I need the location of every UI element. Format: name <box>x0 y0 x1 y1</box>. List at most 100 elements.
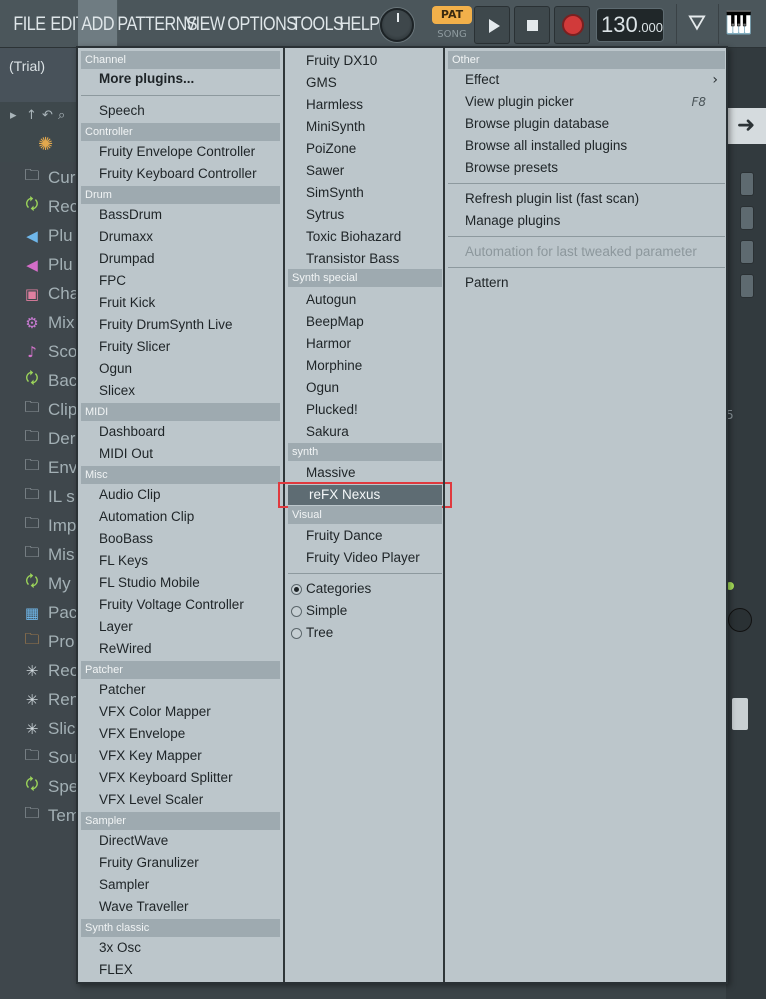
menu-item-refresh-plugin-list-fast-scan[interactable]: Refresh plugin list (fast scan) <box>465 188 639 210</box>
plugin-item-fruity-drumsynth-live[interactable]: Fruity DrumSynth Live <box>99 314 233 336</box>
plugin-item-sampler[interactable]: Sampler <box>99 874 149 896</box>
plugin-item-fruity-keyboard-controller[interactable]: Fruity Keyboard Controller <box>99 163 257 185</box>
plugin-item-sytrus[interactable]: Sytrus <box>306 204 344 226</box>
radio-categories[interactable] <box>291 584 302 595</box>
radio-tree[interactable] <box>291 628 302 639</box>
arrow-right-icon[interactable]: ➜ <box>726 108 766 144</box>
plugin-item-fruity-voltage-controller[interactable]: Fruity Voltage Controller <box>99 594 244 616</box>
browser-item[interactable]: ◀ Plu <box>0 250 80 279</box>
plugin-item-vfx-color-mapper[interactable]: VFX Color Mapper <box>99 701 211 723</box>
song-mode-button[interactable]: SONG <box>432 27 472 43</box>
browser-item[interactable]: 🗘 Rec <box>0 192 80 221</box>
menu-view[interactable]: VIEW <box>182 0 228 48</box>
record-button[interactable] <box>554 6 590 44</box>
plugin-item-refx-nexus[interactable]: reFX Nexus <box>309 484 380 506</box>
plugin-item-fpc[interactable]: FPC <box>99 270 126 292</box>
plugin-item-slicex[interactable]: Slicex <box>99 380 135 402</box>
browser-item[interactable]: 🗀 IL s <box>0 482 80 511</box>
plugin-item-fl-studio-mobile[interactable]: FL Studio Mobile <box>99 572 200 594</box>
stop-button[interactable] <box>514 6 550 44</box>
tempo-display[interactable]: 130.000 <box>596 8 664 42</box>
plugin-item-audio-clip[interactable]: Audio Clip <box>99 484 161 506</box>
plugin-item-fruity-dance[interactable]: Fruity Dance <box>306 525 383 547</box>
plugin-item-drumpad[interactable]: Drumpad <box>99 248 155 270</box>
browser-item[interactable]: 🗀 Pro <box>0 627 80 656</box>
plugin-item-toxic-biohazard[interactable]: Toxic Biohazard <box>306 226 401 248</box>
plugin-item-boobass[interactable]: BooBass <box>99 528 153 550</box>
browser-item[interactable]: 🗀 Cur <box>0 163 80 192</box>
plugin-item-ogun[interactable]: Ogun <box>99 358 132 380</box>
plugin-item-ogun[interactable]: Ogun <box>306 377 339 399</box>
pat-song-toggle[interactable]: PAT SONG <box>432 6 472 44</box>
menu-item-manage-plugins[interactable]: Manage plugins <box>465 210 560 232</box>
plugin-item-fruity-video-player[interactable]: Fruity Video Player <box>306 547 420 569</box>
plugin-item-directwave[interactable]: DirectWave <box>99 830 168 852</box>
menu-file[interactable]: FILE <box>10 0 49 48</box>
pat-mode-button[interactable]: PAT <box>432 6 472 24</box>
plugin-item-3x-osc[interactable]: 3x Osc <box>99 937 141 959</box>
rp-pan-knob[interactable] <box>728 608 752 632</box>
menu-item-browse-plugin-database[interactable]: Browse plugin database <box>465 113 609 135</box>
menu-item-browse-all-installed-plugins[interactable]: Browse all installed plugins <box>465 135 627 157</box>
plugin-item-fruity-dx10[interactable]: Fruity DX10 <box>306 50 377 72</box>
browser-item[interactable]: ▦ Pac <box>0 598 80 627</box>
plugin-item-patcher[interactable]: Patcher <box>99 679 146 701</box>
master-volume-knob[interactable] <box>380 8 414 42</box>
browser-item[interactable]: 🗀 Imp <box>0 511 80 540</box>
menu-item-pattern[interactable]: Pattern <box>465 272 509 294</box>
plugin-item-simsynth[interactable]: SimSynth <box>306 182 364 204</box>
plugin-item-poizone[interactable]: PoiZone <box>306 138 356 160</box>
plugin-item-midi-out[interactable]: MIDI Out <box>99 443 153 465</box>
expand-icon[interactable]: ▸ <box>10 108 17 123</box>
browser-item[interactable]: 🗘 My <box>0 569 80 598</box>
plugin-item-sakura[interactable]: Sakura <box>306 421 349 443</box>
back-arrow-icon[interactable]: ↶ <box>42 108 53 123</box>
plugin-item-transistor-bass[interactable]: Transistor Bass <box>306 248 399 270</box>
plugin-item-harmor[interactable]: Harmor <box>306 333 351 355</box>
plugin-item-layer[interactable]: Layer <box>99 616 133 638</box>
view-mode-simple[interactable]: Simple <box>306 600 347 622</box>
menu-item-effect[interactable]: Effect <box>465 69 499 91</box>
step-button[interactable] <box>740 274 754 298</box>
plugin-item-morphine[interactable]: Morphine <box>306 355 362 377</box>
browser-item[interactable]: 🗀 Mis <box>0 540 80 569</box>
plugin-item-automation-clip[interactable]: Automation Clip <box>99 506 194 528</box>
plugin-item-gms[interactable]: GMS <box>306 72 337 94</box>
menu-add[interactable]: ADD <box>78 0 118 48</box>
play-button[interactable] <box>474 6 510 44</box>
browser-item[interactable]: 🗀 Clip <box>0 395 80 424</box>
browser-item[interactable]: 🗘 Spe <box>0 772 80 801</box>
browser-item[interactable]: ⚙ Mix <box>0 308 80 337</box>
menu-item-browse-presets[interactable]: Browse presets <box>465 157 558 179</box>
browser-item[interactable]: 🗘 Bac <box>0 366 80 395</box>
rp-volume-slider[interactable] <box>732 698 748 730</box>
up-arrow-icon[interactable]: ↑ <box>26 108 37 123</box>
plugin-item-bassdrum[interactable]: BassDrum <box>99 204 162 226</box>
plugin-item-fruity-slicer[interactable]: Fruity Slicer <box>99 336 170 358</box>
plugin-item-fruity-envelope-controller[interactable]: Fruity Envelope Controller <box>99 141 255 163</box>
plugin-item-vfx-envelope[interactable]: VFX Envelope <box>99 723 185 745</box>
plugin-item-harmless[interactable]: Harmless <box>306 94 363 116</box>
menu-help[interactable]: HELP <box>336 0 383 48</box>
plugin-item-fruity-granulizer[interactable]: Fruity Granulizer <box>99 852 199 874</box>
plugin-item-vfx-level-scaler[interactable]: VFX Level Scaler <box>99 789 203 811</box>
browser-item[interactable]: ♪ Sco <box>0 337 80 366</box>
plugin-item-fl-keys[interactable]: FL Keys <box>99 550 148 572</box>
view-mode-tree[interactable]: Tree <box>306 622 333 644</box>
plugin-item-massive[interactable]: Massive <box>306 462 356 484</box>
browser-item[interactable]: ▣ Cha <box>0 279 80 308</box>
search-icon[interactable]: ⌕ <box>58 108 65 123</box>
piano-roll-button[interactable]: 🎹 <box>718 4 758 44</box>
plugin-item-drumaxx[interactable]: Drumaxx <box>99 226 153 248</box>
browser-item[interactable]: 🗀 Env <box>0 453 80 482</box>
browser-item[interactable]: 🗀 Tem <box>0 801 80 830</box>
plugin-item-speech[interactable]: Speech <box>99 100 145 122</box>
plugin-item-vfx-key-mapper[interactable]: VFX Key Mapper <box>99 745 202 767</box>
browser-item[interactable]: ✳ Ren <box>0 685 80 714</box>
step-button[interactable] <box>740 172 754 196</box>
metronome-button[interactable]: ⛛ <box>676 4 716 44</box>
browser-item[interactable]: ✳ Slic <box>0 714 80 743</box>
step-button[interactable] <box>740 206 754 230</box>
plugin-item-plucked[interactable]: Plucked! <box>306 399 358 421</box>
plugin-item-wave-traveller[interactable]: Wave Traveller <box>99 896 189 918</box>
